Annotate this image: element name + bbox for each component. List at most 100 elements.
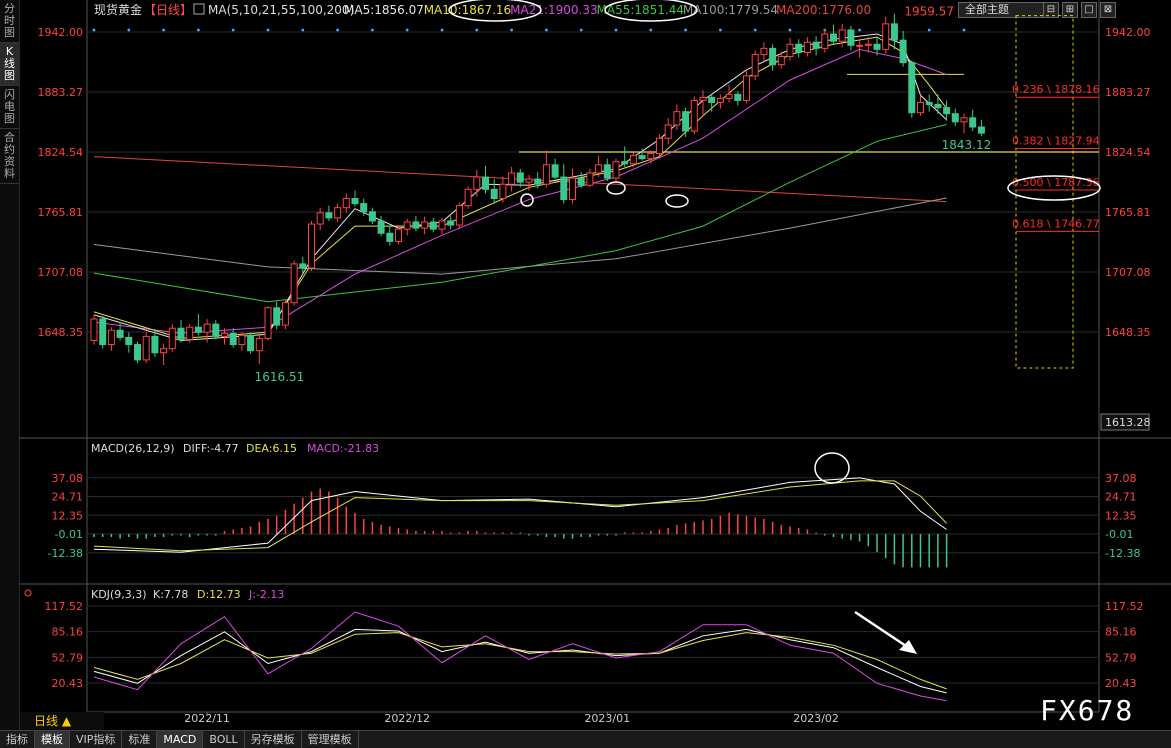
candle-body <box>812 41 820 49</box>
candle-body <box>682 111 690 132</box>
candle-body <box>368 211 376 222</box>
macd-tick-right: 12.35 <box>1105 509 1137 522</box>
fib-label-1: 0.382 \ 1827.94 <box>1012 135 1100 148</box>
sidebar-tab-1[interactable]: K线图 <box>0 43 19 86</box>
candle-body <box>795 43 803 53</box>
candle-body <box>499 183 507 199</box>
macd-tick-right: 24.71 <box>1105 491 1137 504</box>
candle-body <box>821 33 829 49</box>
candle-body <box>960 117 968 123</box>
bottom-tab-5[interactable]: BOLL <box>203 731 245 748</box>
marker-dot <box>510 28 513 32</box>
chart-period: 【日线】 <box>144 3 192 17</box>
candle-body <box>160 348 168 354</box>
candle-body <box>90 318 98 341</box>
candle-body <box>716 97 724 103</box>
candle-body <box>629 155 637 165</box>
candle-body <box>977 126 985 134</box>
period-selector[interactable]: 日线 ▲ <box>20 712 104 730</box>
candle-body <box>229 332 237 346</box>
bottom-tab-6[interactable]: 另存模板 <box>245 731 302 748</box>
candle-body <box>699 96 707 101</box>
candle-body <box>534 178 542 185</box>
ma-line-ma10 <box>93 36 948 339</box>
candle-body <box>403 221 411 230</box>
candle-body <box>769 47 777 66</box>
candle-body <box>177 327 185 340</box>
candle-body <box>247 334 255 352</box>
marker-dot <box>858 28 861 32</box>
candle-body <box>516 172 524 183</box>
candle-body <box>560 176 568 201</box>
candle-body <box>856 44 864 47</box>
candle-body <box>429 221 437 230</box>
sidebar-tab-2[interactable]: 闪电图 <box>0 86 19 129</box>
candle-body <box>743 75 750 101</box>
candle-body <box>803 41 811 53</box>
candle-body <box>360 203 368 213</box>
candle-body <box>760 47 768 55</box>
macd-title: MACD(26,12,9) <box>91 442 175 455</box>
candle-body <box>864 43 872 46</box>
candle-body <box>542 164 550 185</box>
fib-label-3: 0.618 \ 1746.77 <box>1012 217 1100 230</box>
ma-line-ma55 <box>93 124 947 303</box>
macd-tick-right: 37.08 <box>1105 472 1137 485</box>
y-tick-left: 1765.81 <box>38 206 84 219</box>
marker-dot <box>649 28 653 32</box>
candle-body <box>725 93 733 99</box>
bottom-tab-1[interactable]: 模板 <box>35 731 70 748</box>
y-tick-right: 1765.81 <box>1105 206 1151 219</box>
sidebar-tab-3[interactable]: 合约资料 <box>0 129 19 184</box>
marker-dot <box>719 28 722 32</box>
candle-body <box>482 176 489 190</box>
sidebar-tab-0[interactable]: 分时图 <box>0 0 19 43</box>
marker-dot <box>162 28 166 32</box>
y-tick-left: 1824.54 <box>38 146 84 159</box>
marker-dot <box>197 28 200 32</box>
candle-body <box>569 177 576 201</box>
marker-dot <box>127 28 131 32</box>
bottom-tab-7[interactable]: 管理模板 <box>302 731 359 748</box>
macd-tick-right: -12.38 <box>1105 547 1140 560</box>
candle-body <box>638 155 646 160</box>
candle-body <box>586 172 594 186</box>
candle-body <box>612 161 620 179</box>
candle-body <box>873 43 881 50</box>
low-label: 1616.51 <box>255 370 305 384</box>
candle-body <box>238 334 246 346</box>
kdj-line-d <box>93 632 947 690</box>
bottom-tab-0[interactable]: 指标 <box>0 731 35 748</box>
candle-body <box>464 188 472 207</box>
marker-dot <box>579 28 583 32</box>
gold-daily-chart[interactable]: 2000.742000.741942.001942.001883.271883.… <box>19 0 1171 730</box>
y-tick-left: 1942.00 <box>38 26 84 39</box>
price-tag-label: 1613.28 <box>1105 416 1151 429</box>
candle-body <box>99 318 107 346</box>
marker-dot <box>927 28 931 32</box>
bottom-tab-3[interactable]: 标准 <box>122 731 158 748</box>
bottom-tab-4[interactable]: MACD <box>157 731 204 748</box>
candle-body <box>786 43 794 58</box>
ma-value-2: MA21:1900.33 <box>510 3 597 17</box>
macd-tick-right: -0.01 <box>1105 528 1133 541</box>
ma-line-ma100 <box>93 197 947 275</box>
marker-dot <box>371 28 374 32</box>
macd-tick-left: -0.01 <box>55 528 83 541</box>
candle-body <box>673 111 681 126</box>
highlight-touch-3 <box>665 194 689 208</box>
kdj-tick-left: 85.16 <box>52 626 84 639</box>
candle-body <box>690 99 698 132</box>
candle-body <box>934 104 942 109</box>
candle-body <box>847 29 855 46</box>
macd-tick-left: 12.35 <box>52 509 84 522</box>
candle-body <box>899 39 907 64</box>
candle-body <box>255 337 263 352</box>
macd-hist-value: MACD:-21.83 <box>307 442 379 455</box>
candle-body <box>107 329 115 346</box>
candle-body <box>342 197 350 209</box>
bottom-tab-2[interactable]: VIP指标 <box>70 731 123 748</box>
chart-symbol: 现货黄金 <box>94 2 142 17</box>
last-price-label: 1843.12 <box>942 138 992 152</box>
candle-body <box>186 326 194 340</box>
